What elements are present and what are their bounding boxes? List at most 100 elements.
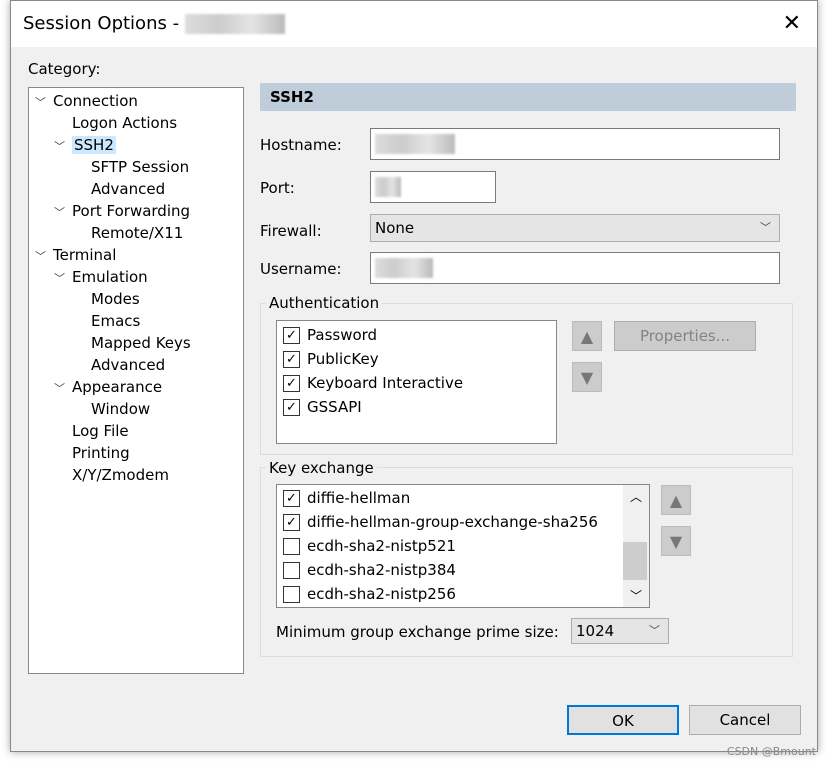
list-item-label: GSSAPI — [307, 398, 362, 416]
key-exchange-label: Key exchange — [266, 459, 377, 477]
tree-item[interactable]: Printing — [54, 442, 130, 464]
tree-item-label: Terminal — [53, 246, 117, 264]
tree-item-label: Log File — [72, 422, 129, 440]
key-exchange-list[interactable]: ✓ diffie-hellman ✓ diffie-hellman-group-exc… — [276, 484, 650, 608]
tree-item[interactable]: ﹀ Port Forwarding — [54, 200, 190, 222]
tree-item-label: Logon Actions — [72, 114, 178, 132]
tree-item[interactable]: Mapped Keys — [73, 332, 191, 354]
tree-item[interactable]: Advanced — [73, 178, 165, 200]
firewall-select[interactable]: None ﹀ — [370, 214, 780, 242]
tree-item[interactable]: ﹀ SSH2 — [54, 134, 116, 156]
port-label: Port: — [260, 179, 295, 197]
tree-item[interactable]: Log File — [54, 420, 129, 442]
username-label: Username: — [260, 260, 342, 278]
tree-item-label: Advanced — [91, 356, 166, 374]
list-item-label: Password — [307, 326, 378, 344]
hostname-input[interactable] — [370, 128, 780, 160]
authentication-list[interactable]: ✓ Password ✓ PublicKey ✓ Keyboard Interactive… — [276, 320, 557, 444]
chevron-down-icon: ﹀ — [649, 624, 660, 637]
username-input[interactable] — [370, 252, 780, 284]
chevron-down-icon: ﹀ — [760, 221, 771, 234]
firewall-label: Firewall: — [260, 222, 322, 240]
list-item[interactable]: ecdh-sha2-nistp521 — [277, 534, 649, 558]
tree-item[interactable]: Emacs — [73, 310, 140, 332]
title-bar: Session Options - ✕ — [11, 1, 817, 47]
tree-item[interactable]: ﹀ Appearance — [54, 376, 162, 398]
tree-item[interactable]: ﹀ Connection — [35, 90, 138, 112]
list-item-label: ecdh-sha2-nistp384 — [307, 561, 456, 579]
scrollbar[interactable]: ︿ ﹀ — [623, 485, 649, 607]
list-item-label: PublicKey — [307, 350, 379, 368]
chevron-down-icon[interactable]: ﹀ — [35, 92, 53, 114]
cancel-button[interactable]: Cancel — [689, 705, 801, 735]
tree-item-label: SFTP Session — [91, 158, 190, 176]
list-item[interactable]: ecdh-sha2-nistp256 — [277, 582, 649, 606]
list-item[interactable]: ✓ Keyboard Interactive — [277, 371, 556, 395]
checkbox[interactable]: ✓ — [283, 514, 300, 531]
tree-item-label: Advanced — [91, 180, 166, 198]
checkbox[interactable] — [283, 538, 300, 555]
tree-item[interactable]: ﹀ Emulation — [54, 266, 148, 288]
kex-move-up-button[interactable]: ▲ — [661, 485, 691, 515]
tree-item-label: Remote/X11 — [91, 224, 184, 242]
tree-item-label: Mapped Keys — [91, 334, 191, 352]
tree-item-label: Window — [91, 400, 151, 418]
tree-item-label: Modes — [91, 290, 140, 308]
checkbox[interactable] — [283, 586, 300, 603]
kex-move-down-button[interactable]: ▼ — [661, 526, 691, 556]
chevron-down-icon[interactable]: ﹀ — [54, 136, 72, 158]
list-item-label: Keyboard Interactive — [307, 374, 464, 392]
hostname-label: Hostname: — [260, 136, 342, 154]
properties-button[interactable]: Properties... — [614, 321, 756, 351]
watermark: CSDN @Bmount — [726, 745, 816, 758]
tree-item[interactable]: Modes — [73, 288, 140, 310]
chevron-down-icon[interactable]: ﹀ — [35, 246, 53, 268]
tree-item[interactable]: ﹀ Terminal — [35, 244, 116, 266]
tree-item[interactable]: Logon Actions — [54, 112, 177, 134]
tree-item-label: Emacs — [91, 312, 141, 330]
checkbox[interactable]: ✓ — [283, 351, 300, 368]
auth-move-down-button[interactable]: ▼ — [572, 362, 602, 392]
list-item-label: ecdh-sha2-nistp256 — [307, 585, 456, 603]
close-icon[interactable]: ✕ — [783, 11, 801, 36]
tree-item-label: SSH2 — [72, 136, 116, 154]
window-title: Session Options - — [23, 13, 285, 34]
list-item-label: diffie-hellman-group-exchange-sha256 — [307, 513, 598, 531]
list-item[interactable]: ✓ GSSAPI — [277, 395, 556, 419]
list-item[interactable]: ✓ diffie-hellman-group-exchange-sha256 — [277, 510, 649, 534]
category-tree[interactable]: ﹀ Connection Logon Actions ﹀ SSH2 SFTP Sessio… — [28, 87, 244, 674]
tree-item[interactable]: SFTP Session — [73, 156, 189, 178]
list-item[interactable]: ✓ Password — [277, 323, 556, 347]
min-group-select[interactable]: 1024 ﹀ — [571, 618, 669, 644]
firewall-value: None — [375, 219, 415, 237]
session-options-dialog: Session Options - ✕ Category: ﹀ Connectio… — [10, 0, 818, 752]
authentication-label: Authentication — [266, 294, 383, 312]
tree-item[interactable]: Remote/X11 — [73, 222, 183, 244]
scroll-thumb[interactable] — [623, 542, 647, 580]
chevron-down-icon[interactable]: ﹀ — [54, 202, 72, 224]
scroll-down-icon[interactable]: ﹀ — [623, 587, 649, 604]
checkbox[interactable] — [283, 562, 300, 579]
redacted-hostname — [375, 134, 455, 154]
list-item[interactable]: ✓ diffie-hellman — [277, 486, 649, 510]
checkbox[interactable]: ✓ — [283, 490, 300, 507]
checkbox[interactable]: ✓ — [283, 399, 300, 416]
list-item[interactable]: ecdh-sha2-nistp384 — [277, 558, 649, 582]
tree-item[interactable]: X/Y/Zmodem — [54, 464, 169, 486]
redacted-session-name — [184, 14, 285, 34]
tree-item[interactable]: Advanced — [73, 354, 165, 376]
list-item[interactable]: ✓ PublicKey — [277, 347, 556, 371]
chevron-down-icon[interactable]: ﹀ — [54, 268, 72, 290]
tree-item-label: Printing — [72, 444, 130, 462]
port-input[interactable] — [370, 171, 496, 203]
redacted-username — [375, 258, 433, 278]
chevron-down-icon[interactable]: ﹀ — [54, 378, 72, 400]
ok-button[interactable]: OK — [567, 705, 679, 735]
checkbox[interactable]: ✓ — [283, 327, 300, 344]
scroll-up-icon[interactable]: ︿ — [623, 488, 649, 505]
list-item-label: ecdh-sha2-nistp521 — [307, 537, 456, 555]
tree-item-label: Port Forwarding — [72, 202, 191, 220]
checkbox[interactable]: ✓ — [283, 375, 300, 392]
tree-item[interactable]: Window — [73, 398, 150, 420]
auth-move-up-button[interactable]: ▲ — [572, 321, 602, 351]
